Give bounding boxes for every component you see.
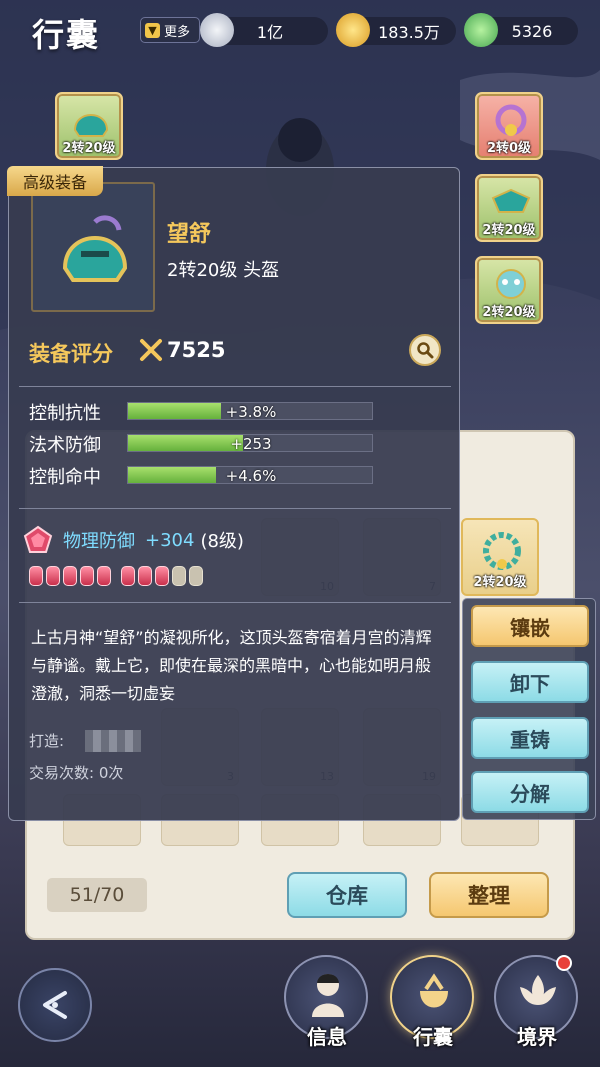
inlay-button[interactable]: 镶嵌 [471,605,589,647]
gem-pip-filled [97,566,111,586]
gold-ingot-icon [336,13,370,47]
stat-row: 法术防御 +253 [29,431,449,456]
lotus-icon [520,975,556,1005]
sort-button[interactable]: 整理 [429,872,549,918]
back-arrow-icon [43,991,67,1019]
silver-value: 1亿 [256,23,284,42]
maker-name-redacted [85,730,141,752]
stat-row: 控制命中 +4.6% [29,463,449,488]
item-tooltip: 高级装备 望舒 2转20级 头盔 装备评分 7525 控制抗性 +3.8% 法术… [7,166,460,821]
item-subtitle: 2转20级 头盔 [167,260,280,281]
bag-icon [420,973,448,1008]
gem-stat-name: 物理防御 [63,531,135,552]
gem-pip-filled [46,566,60,586]
stat-value: +253 [230,435,272,453]
magnifier-icon [417,342,434,359]
gem-level: (8级) [200,531,244,552]
stat-bar: +3.8% [127,402,373,421]
score-number: 7525 [167,338,226,362]
quality-tag: 高级装备 [7,166,103,196]
more-label: 更多 [164,24,191,40]
equip-slot-ring[interactable]: 2转0级 [475,92,543,160]
reforge-button[interactable]: 重铸 [471,717,589,759]
gem-pip-filled [80,566,94,586]
warehouse-button[interactable]: 仓库 [287,872,407,918]
owl-charm-icon [496,269,526,299]
stat-bar: +4.6% [127,466,373,485]
gold-value: 183.5万 [378,23,440,42]
equip-slot-shoulder[interactable]: 2转20级 [475,174,543,242]
gem-pip-empty [172,566,186,586]
gem-pip-filled [29,566,43,586]
gem-pip-filled [63,566,77,586]
gem-pip-filled [155,566,169,586]
stat-name: 法术防御 [29,435,101,456]
gem-socket-row: 物理防御 +304 (8级) [23,524,443,556]
item-icon-frame [31,182,155,312]
character-portrait-icon [312,974,344,1017]
jade-value: 5326 [511,21,553,41]
equip-slot-charm[interactable]: 2转20级 [475,256,543,324]
maker-label: 打造: [29,732,65,750]
stat-name: 控制命中 [29,467,101,488]
gem-pip-filled [138,566,152,586]
crossed-swords-icon [140,339,162,361]
back-button[interactable] [18,968,92,1042]
slot-level: 2转20级 [482,305,536,320]
stat-bar: +253 [127,434,373,453]
divider [19,508,451,509]
trade-count: 交易次数: 0次 [29,764,124,782]
slot-level: 2转20级 [62,141,116,156]
item-description: 上古月神“望舒”的凝视所化，这顶头盔寄宿着月宫的清辉与静谧。戴上它，即使在最深的… [31,628,432,703]
item-actions-panel: 镶嵌 卸下 重铸 分解 [462,598,596,820]
helmet-icon [73,114,109,137]
ruby-gem-icon [23,525,53,553]
more-button[interactable]: ▼ 更多 [140,17,200,43]
ring-icon [495,104,527,136]
gem-pip-filled [121,566,135,586]
bag-capacity: 51/70 [47,878,147,912]
notification-dot [556,955,572,971]
stat-value: +4.6% [225,467,277,485]
decompose-button[interactable]: 分解 [471,771,589,813]
silver-ingot-icon [200,13,234,47]
unequip-button[interactable]: 卸下 [471,661,589,703]
helmet-icon [62,215,128,282]
score-label: 装备评分 [29,342,113,366]
bracelet-icon [483,532,521,570]
stat-name: 控制抗性 [29,403,101,424]
nav-info[interactable]: 信息 [284,955,370,1051]
score-value: 7525 [139,338,225,362]
stat-row: 控制抗性 +3.8% [29,399,449,424]
nav-bag-label: 行囊 [413,1025,453,1049]
inventory-item-equipment[interactable]: 2转20级 [461,518,539,596]
chevron-down-icon: ▼ [145,22,160,38]
gem-stat-value: +304 [145,529,195,551]
equip-slot-helmet[interactable]: 2转20级 [55,92,123,160]
divider [19,602,451,603]
page-title: 行囊 [32,16,101,54]
top-bar: 行囊 ▼ 更多 1亿 183.5万 5326 [0,0,600,64]
inspect-button[interactable] [409,334,441,366]
slot-level: 2转0级 [486,141,532,156]
divider [19,386,451,387]
item-name: 望舒 [167,222,212,247]
slot-level: 2转20级 [482,223,536,238]
nav-realm-label: 境界 [517,1025,557,1049]
nav-bag[interactable]: 行囊 [390,955,476,1051]
shoulder-armor-icon [491,188,531,213]
gem-level-pips [29,566,206,586]
nav-info-label: 信息 [307,1025,347,1049]
item-level: 2转20级 [473,575,527,590]
stat-value: +3.8% [225,403,277,421]
jade-coin-icon [464,13,498,47]
gem-pip-empty [189,566,203,586]
